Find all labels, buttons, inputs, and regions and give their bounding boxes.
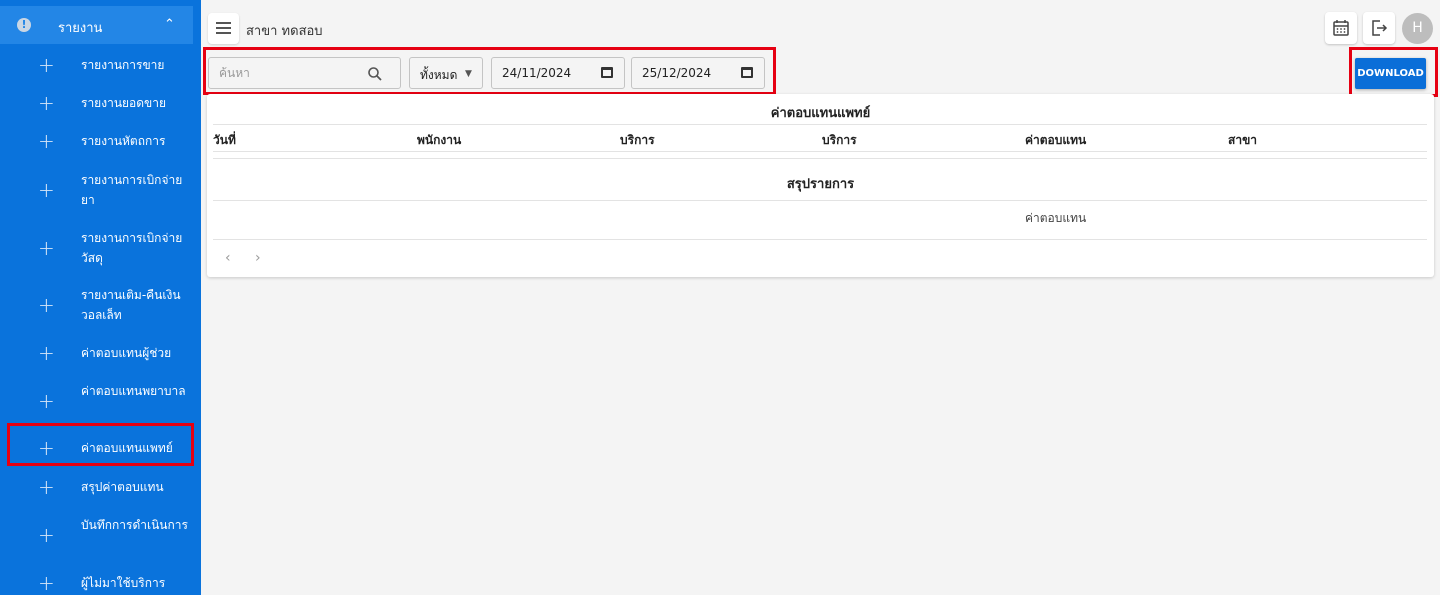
sidebar-item-sales-report[interactable]: + รายงานการขาย bbox=[0, 55, 201, 75]
plus-icon: + bbox=[38, 178, 55, 202]
sidebar-item-label: รายงานเติม-คืนเงินวอลเล็ท bbox=[81, 288, 181, 322]
sidebar-item-label: รายงานหัตถการ bbox=[81, 134, 166, 148]
plus-icon: + bbox=[38, 389, 55, 413]
plus-icon: + bbox=[38, 571, 55, 595]
type-select-value: ทั้งหมด bbox=[420, 68, 458, 82]
column-header-compensation: ค่าตอบแทน bbox=[1025, 133, 1087, 147]
sidebar-item-compensation-summary[interactable]: + สรุปค่าตอบแทน bbox=[0, 477, 201, 497]
calendar-icon bbox=[1333, 20, 1349, 36]
sidebar-item-label: ค่าตอบแทนผู้ช่วย bbox=[81, 346, 172, 360]
download-button[interactable]: DOWNLOAD bbox=[1355, 58, 1426, 89]
search-icon[interactable] bbox=[367, 66, 383, 82]
sidebar-item-label: รายงานการเบิกจ่ายยา bbox=[81, 173, 183, 207]
plus-icon: + bbox=[38, 341, 55, 365]
sidebar-item-label: รายงานยอดขาย bbox=[81, 96, 167, 110]
column-header-date: วันที่ bbox=[213, 133, 236, 147]
column-header-service: บริการ bbox=[620, 133, 655, 147]
sidebar-item-nurse-compensation[interactable]: + ค่าตอบแทนพยาบาล bbox=[0, 381, 201, 421]
calendar-icon[interactable] bbox=[741, 67, 753, 78]
sidebar-item-no-show[interactable]: + ผู้ไม่มาใช้บริการ bbox=[0, 573, 201, 593]
divider bbox=[213, 151, 1427, 152]
plus-icon: + bbox=[38, 91, 55, 115]
summary-column-compensation: ค่าตอบแทน bbox=[1025, 211, 1087, 225]
alert-icon: ! bbox=[17, 18, 31, 32]
sidebar-item-activity-log[interactable]: + บันทึกการดำเนินการ bbox=[0, 515, 201, 555]
sidebar-item-label: สรุปค่าตอบแทน bbox=[81, 480, 164, 494]
hamburger-icon bbox=[216, 22, 231, 35]
divider bbox=[213, 200, 1427, 201]
report-card: ค่าตอบแทนแพทย์ วันที่ พนักงาน บริการ บริ… bbox=[207, 94, 1434, 277]
report-title: ค่าตอบแทนแพทย์ bbox=[770, 106, 871, 121]
plus-icon: + bbox=[38, 129, 55, 153]
logout-icon bbox=[1372, 20, 1388, 36]
sidebar-item-label: ผู้ไม่มาใช้บริการ bbox=[81, 576, 166, 590]
search-field[interactable] bbox=[208, 57, 401, 89]
divider bbox=[213, 124, 1427, 125]
divider bbox=[213, 239, 1427, 240]
type-select[interactable]: ทั้งหมด ▼ bbox=[409, 57, 483, 89]
search-input[interactable] bbox=[219, 66, 369, 80]
sidebar-item-medicine-withdrawal[interactable]: + รายงานการเบิกจ่ายยา bbox=[0, 170, 201, 210]
avatar[interactable]: H bbox=[1402, 13, 1433, 44]
start-date-value: 24/11/2024 bbox=[502, 66, 572, 80]
sidebar-item-assistant-compensation[interactable]: + ค่าตอบแทนผู้ช่วย bbox=[0, 343, 201, 363]
start-date-field[interactable]: 24/11/2024 bbox=[491, 57, 625, 89]
sidebar-item-sales-total[interactable]: + รายงานยอดขาย bbox=[0, 93, 201, 113]
menu-button[interactable] bbox=[208, 13, 239, 44]
sidebar-item-procedures[interactable]: + รายงานหัตถการ bbox=[0, 131, 201, 151]
plus-icon: + bbox=[38, 293, 55, 317]
sidebar-section-title: รายงาน bbox=[58, 21, 103, 36]
column-header-branch: สาขา bbox=[1228, 133, 1258, 147]
plus-icon: + bbox=[38, 53, 55, 77]
sidebar-section-reports[interactable]: ! รายงาน ⌃ bbox=[0, 6, 193, 44]
end-date-field[interactable]: 25/12/2024 bbox=[631, 57, 765, 89]
plus-icon: + bbox=[38, 523, 55, 547]
column-header-employee: พนักงาน bbox=[417, 133, 462, 147]
logout-button[interactable] bbox=[1363, 12, 1395, 44]
plus-icon: + bbox=[38, 236, 55, 260]
chevron-up-icon[interactable]: ⌃ bbox=[164, 17, 175, 32]
calendar-button[interactable] bbox=[1325, 12, 1357, 44]
sidebar: ! รายงาน ⌃ + รายงานการขาย + รายงานยอดขาย… bbox=[0, 0, 201, 595]
plus-icon: + bbox=[38, 475, 55, 499]
caret-down-icon: ▼ bbox=[465, 69, 472, 79]
sidebar-item-label: รายงานการขาย bbox=[81, 58, 165, 72]
divider bbox=[213, 158, 1427, 159]
column-header-service-2: บริการ bbox=[822, 133, 857, 147]
end-date-value: 25/12/2024 bbox=[642, 66, 712, 80]
summary-title: สรุปรายการ bbox=[786, 177, 855, 192]
sidebar-item-wallet[interactable]: + รายงานเติม-คืนเงินวอลเล็ท bbox=[0, 285, 201, 325]
sidebar-item-label: ค่าตอบแทนพยาบาล bbox=[81, 384, 186, 398]
branch-name: สาขา ทดสอบ bbox=[246, 24, 323, 39]
sidebar-item-label: รายงานการเบิกจ่ายวัสดุ bbox=[81, 231, 183, 265]
chevron-right-icon[interactable]: › bbox=[255, 250, 261, 266]
highlight-box-sidebar bbox=[7, 423, 194, 466]
chevron-left-icon[interactable]: ‹ bbox=[225, 250, 231, 266]
sidebar-item-label: บันทึกการดำเนินการ bbox=[81, 518, 188, 532]
sidebar-item-supplies-withdrawal[interactable]: + รายงานการเบิกจ่ายวัสดุ bbox=[0, 228, 201, 268]
calendar-icon[interactable] bbox=[601, 67, 613, 78]
